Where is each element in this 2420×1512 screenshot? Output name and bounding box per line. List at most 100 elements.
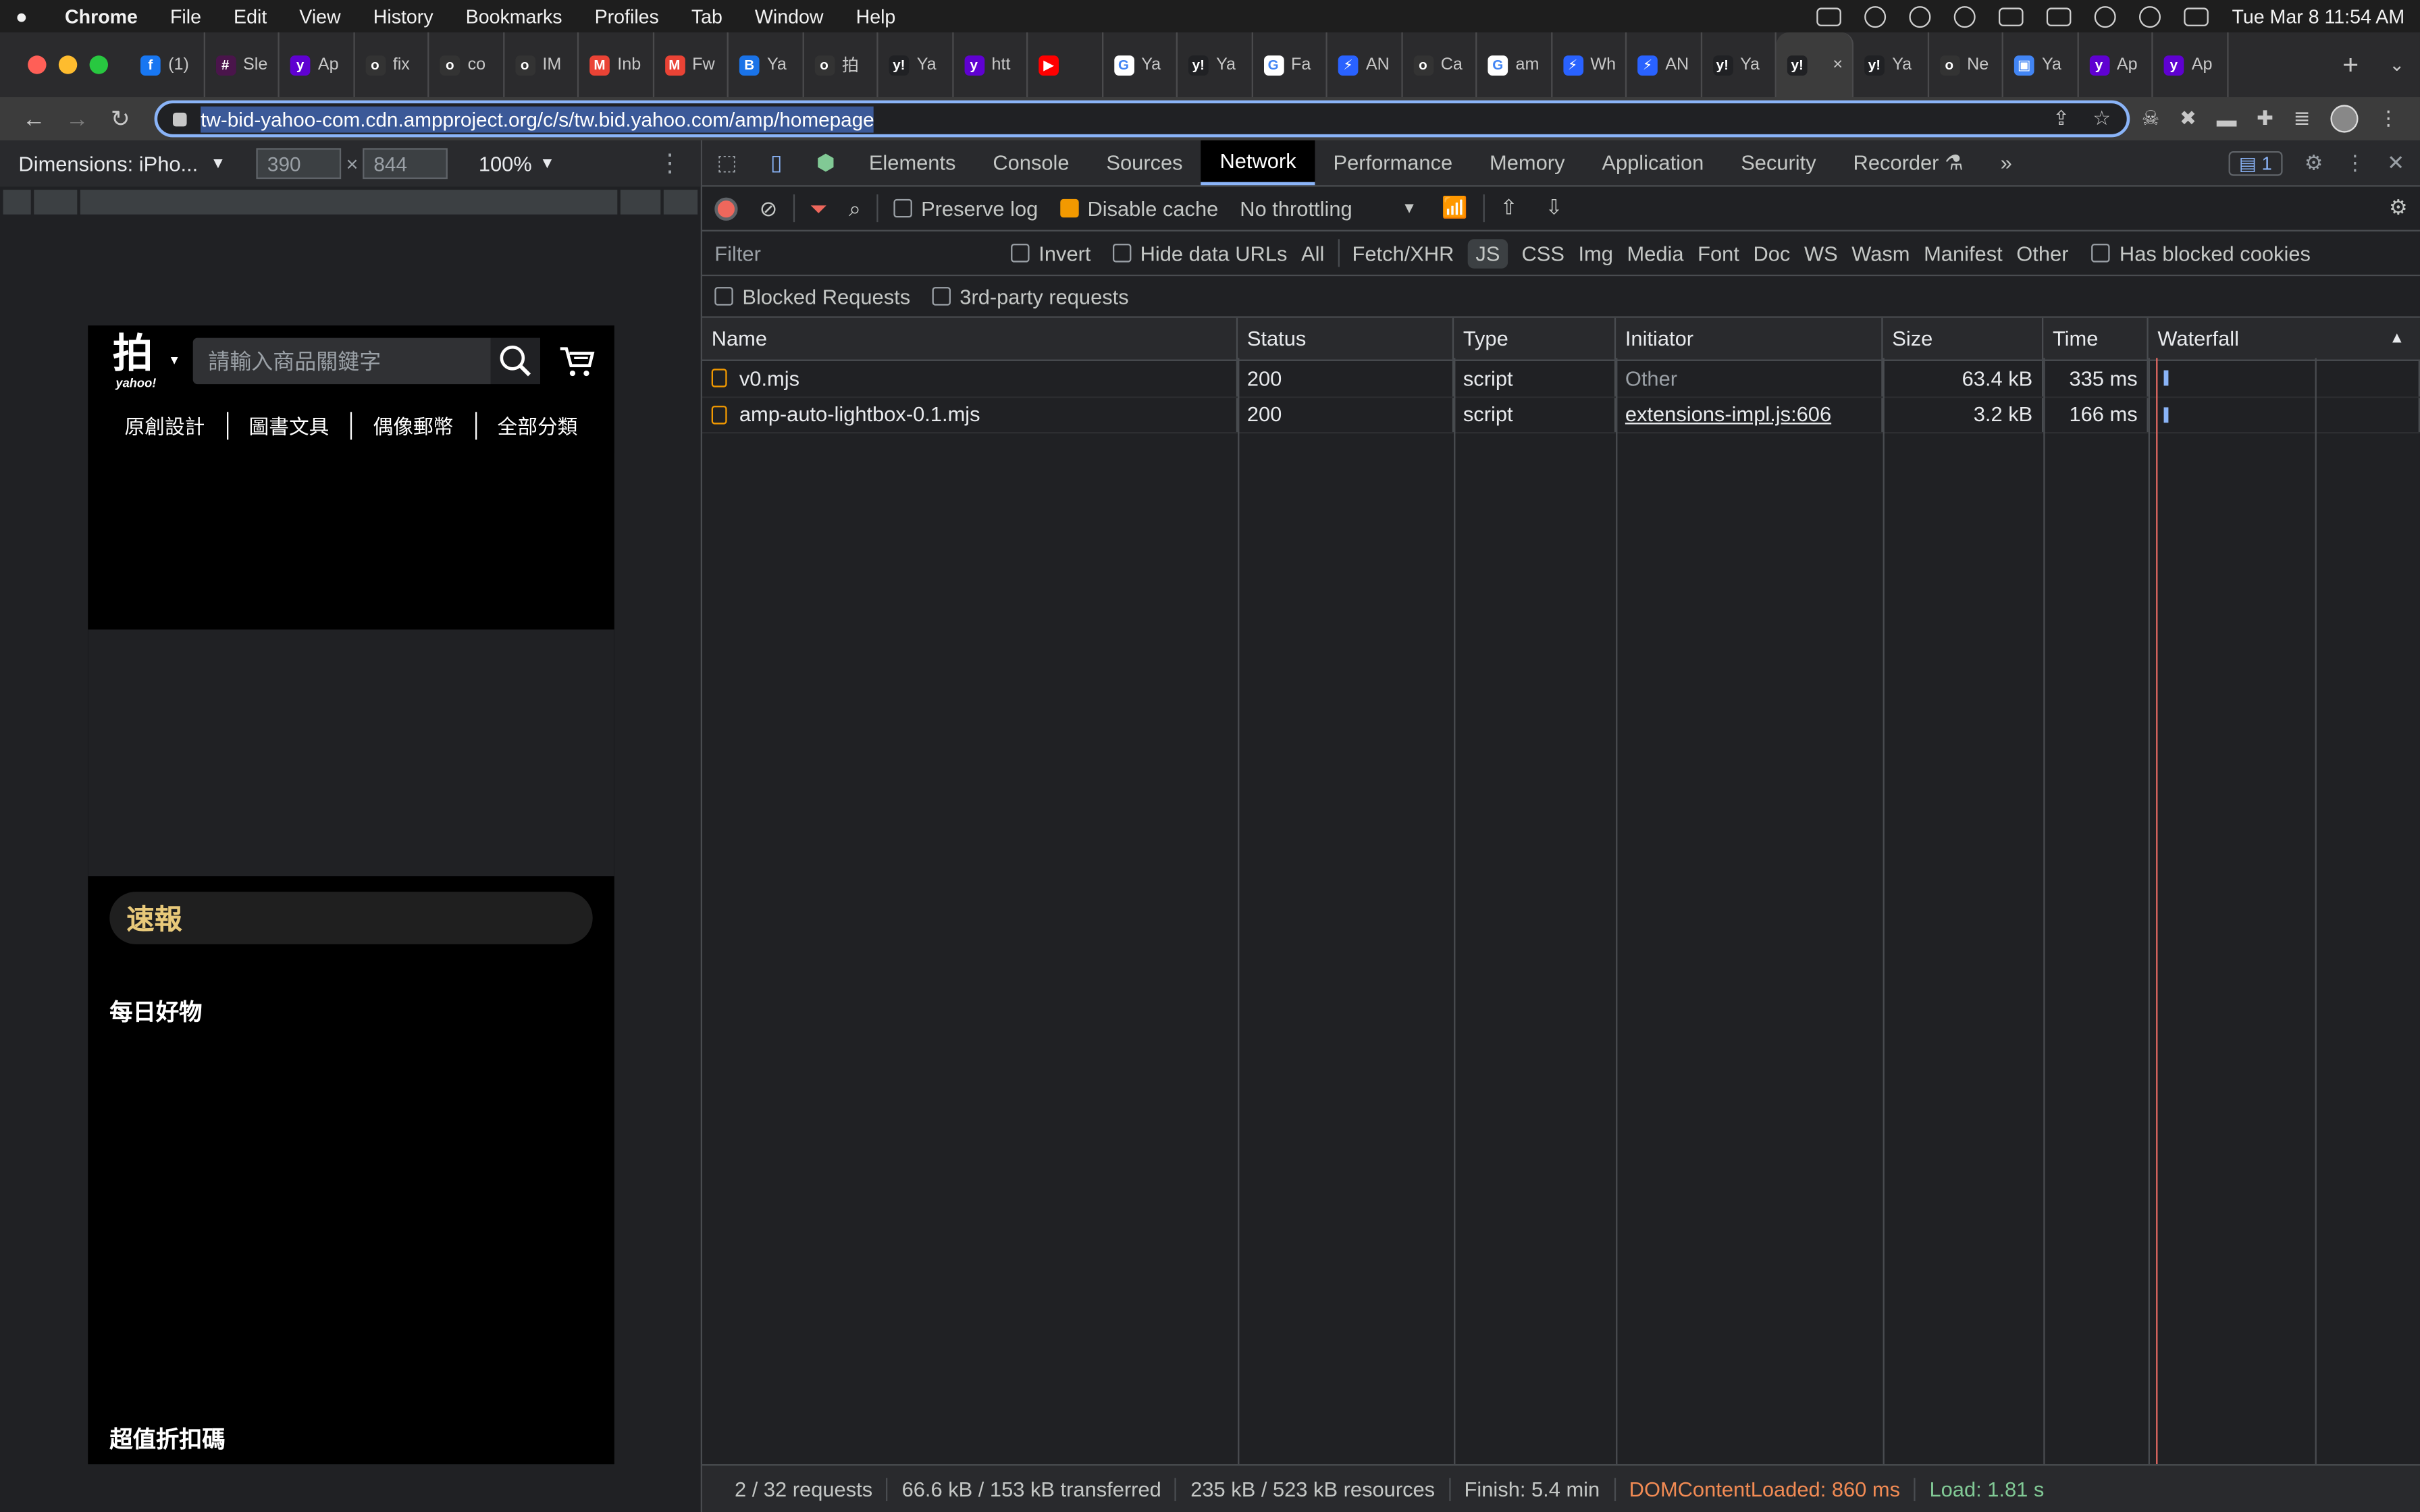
menubar-clock[interactable]: Tue Mar 8 11:54 AM (2232, 5, 2404, 27)
wifi-icon[interactable] (2095, 5, 2117, 27)
device-height-input[interactable] (363, 148, 448, 180)
filter-type-font[interactable]: Font (1698, 242, 1739, 265)
chevron-down-icon[interactable]: ▼ (211, 155, 226, 172)
nav-original-design[interactable]: 原創設計 (103, 410, 226, 439)
menu-help[interactable]: Help (856, 5, 896, 27)
reading-list-icon[interactable]: ≣ (2294, 107, 2311, 132)
clear-icon[interactable]: ⊘ (760, 195, 778, 221)
reload-icon[interactable]: ↻ (99, 105, 142, 133)
keyboard-input-icon[interactable] (1999, 7, 2024, 26)
filter-type-manifest[interactable]: Manifest (1924, 242, 2003, 265)
filter-type-js[interactable]: JS (1467, 238, 1508, 268)
issues-badge[interactable]: ▤ 1 (2228, 150, 2283, 176)
menu-window[interactable]: Window (755, 5, 824, 27)
screen-mirror-icon[interactable] (1816, 7, 1842, 26)
tab-application[interactable]: Application (1583, 140, 1722, 185)
preserve-log-checkbox[interactable]: Preserve log (893, 196, 1038, 220)
extension-skull-icon[interactable]: ☠ (2142, 107, 2160, 132)
filter-type-all[interactable]: All (1301, 242, 1324, 265)
browser-tab[interactable]: G Ya (1103, 32, 1178, 97)
browser-tab[interactable]: M Fw (654, 32, 729, 97)
sort-triangle-icon[interactable]: ▲ (2389, 330, 2404, 347)
filter-type-wasm[interactable]: Wasm (1851, 242, 1910, 265)
browser-tab[interactable]: ⚡ AN (1627, 32, 1702, 97)
tab-search-chevron-icon[interactable]: ⌄ (2373, 54, 2420, 76)
browser-tab[interactable]: ⚡ AN (1327, 32, 1402, 97)
bookmark-star-icon[interactable]: ☆ (2093, 107, 2111, 132)
record-button[interactable] (714, 196, 738, 220)
export-har-icon[interactable]: ⇩ (1545, 196, 1562, 221)
browser-tab[interactable]: y Ap (280, 32, 354, 97)
browser-tab[interactable]: G Fa (1253, 32, 1327, 97)
search-icon[interactable]: ⌕ (849, 195, 861, 221)
browser-tab[interactable]: o Ca (1402, 32, 1477, 97)
device-dimensions-select[interactable]: Dimensions: iPho... (18, 152, 198, 175)
tab-performance[interactable]: Performance (1315, 140, 1471, 185)
apple-icon[interactable]: ● (16, 5, 37, 28)
browser-tab[interactable]: Gam (1477, 32, 1552, 97)
menu-bookmarks[interactable]: Bookmarks (466, 5, 562, 27)
browser-tab[interactable]: o Ne (1928, 32, 2003, 97)
tab-memory[interactable]: Memory (1471, 140, 1583, 185)
col-waterfall[interactable]: Waterfall ▲ (2149, 318, 2420, 360)
address-url[interactable]: tw-bid-yahoo-com.cdn.ampproject.org/c/s/… (201, 105, 874, 132)
cloud-sync-icon[interactable] (1909, 5, 1931, 27)
battery-icon[interactable] (2047, 7, 2072, 26)
col-type[interactable]: Type (1454, 317, 1616, 360)
throttling-select[interactable]: No throttling (1240, 196, 1352, 219)
zoom-chevron-icon[interactable]: ▼ (540, 155, 555, 172)
zoom-select[interactable]: 100% (479, 152, 532, 175)
throttling-chevron-icon[interactable]: ▼ (1402, 200, 1417, 217)
browser-tab[interactable]: o拍 (804, 32, 878, 97)
nav-idol-stamps[interactable]: 偶像郵幣 (352, 410, 475, 439)
browser-tab[interactable]: y! Ya (1702, 32, 1777, 97)
import-har-icon[interactable]: ⇧ (1500, 196, 1517, 221)
col-initiator[interactable]: Initiator (1616, 317, 1883, 360)
blocked-requests-checkbox[interactable]: Blocked Requests (714, 285, 910, 308)
browser-tab[interactable]: y Ap (2153, 32, 2228, 97)
profile-avatar[interactable] (2330, 105, 2359, 133)
back-arrow-icon[interactable]: ← (12, 106, 55, 132)
network-settings-icon[interactable]: ⚙ (2389, 196, 2408, 221)
lock-icon[interactable] (172, 111, 187, 126)
inspect-element-icon[interactable]: ⬚ (702, 150, 752, 176)
creative-cloud-icon[interactable] (1864, 5, 1887, 27)
share-icon[interactable]: ⇪ (2053, 107, 2070, 132)
extension-hex-icon[interactable]: ⬢ (801, 150, 850, 176)
tab-recorder[interactable]: Recorder ⚗ (1835, 140, 1982, 185)
device-toggle-icon[interactable]: ▯ (752, 150, 801, 176)
tab-security[interactable]: Security (1722, 140, 1835, 185)
browser-tab[interactable]: M Inb (579, 32, 654, 97)
browser-tab[interactable]: ▣ Ya (2003, 32, 2078, 97)
forward-arrow-icon[interactable]: → (55, 106, 99, 132)
browser-tab-active[interactable]: y! × (1776, 32, 1854, 97)
new-tab-button[interactable]: + (2327, 49, 2374, 81)
col-status[interactable]: Status (1238, 317, 1454, 360)
minimize-window-button[interactable] (58, 55, 78, 74)
yahoo-auction-logo[interactable]: 拍 yahoo! ▼ (113, 331, 180, 390)
col-size[interactable]: Size (1883, 317, 2044, 360)
browser-tab[interactable]: y! Ya (878, 32, 953, 97)
disable-cache-checkbox[interactable]: Disable cache (1059, 196, 1218, 220)
chrome-menu-icon[interactable]: ⋮ (2378, 107, 2398, 132)
logo-caret-icon[interactable]: ▼ (168, 353, 180, 367)
flash-news-bar[interactable]: 速報 (109, 892, 593, 944)
browser-tab[interactable]: ⚡ Wh (1552, 32, 1627, 97)
menu-file[interactable]: File (170, 5, 201, 27)
nav-all-categories[interactable]: 全部分類 (476, 410, 599, 439)
shopping-cart-icon[interactable] (559, 344, 596, 378)
browser-tab[interactable]: f (1) (130, 32, 205, 97)
spotlight-search-icon[interactable] (2139, 5, 2161, 27)
menu-tab[interactable]: Tab (691, 5, 722, 27)
invert-checkbox[interactable]: Invert (1011, 242, 1090, 265)
filter-funnel-icon[interactable]: ⏷ (810, 195, 827, 221)
browser-tab[interactable]: o fix (354, 32, 429, 97)
browser-tab[interactable]: o IM (504, 32, 579, 97)
tab-console[interactable]: Console (974, 140, 1088, 185)
devtools-settings-icon[interactable]: ⚙ (2305, 151, 2323, 176)
browser-tab[interactable]: y Ap (2078, 32, 2153, 97)
tab-sources[interactable]: Sources (1088, 140, 1201, 185)
browser-tab[interactable]: B Ya (729, 32, 804, 97)
network-conditions-icon[interactable]: 📶 (1442, 196, 1467, 221)
menu-view[interactable]: View (299, 5, 340, 27)
